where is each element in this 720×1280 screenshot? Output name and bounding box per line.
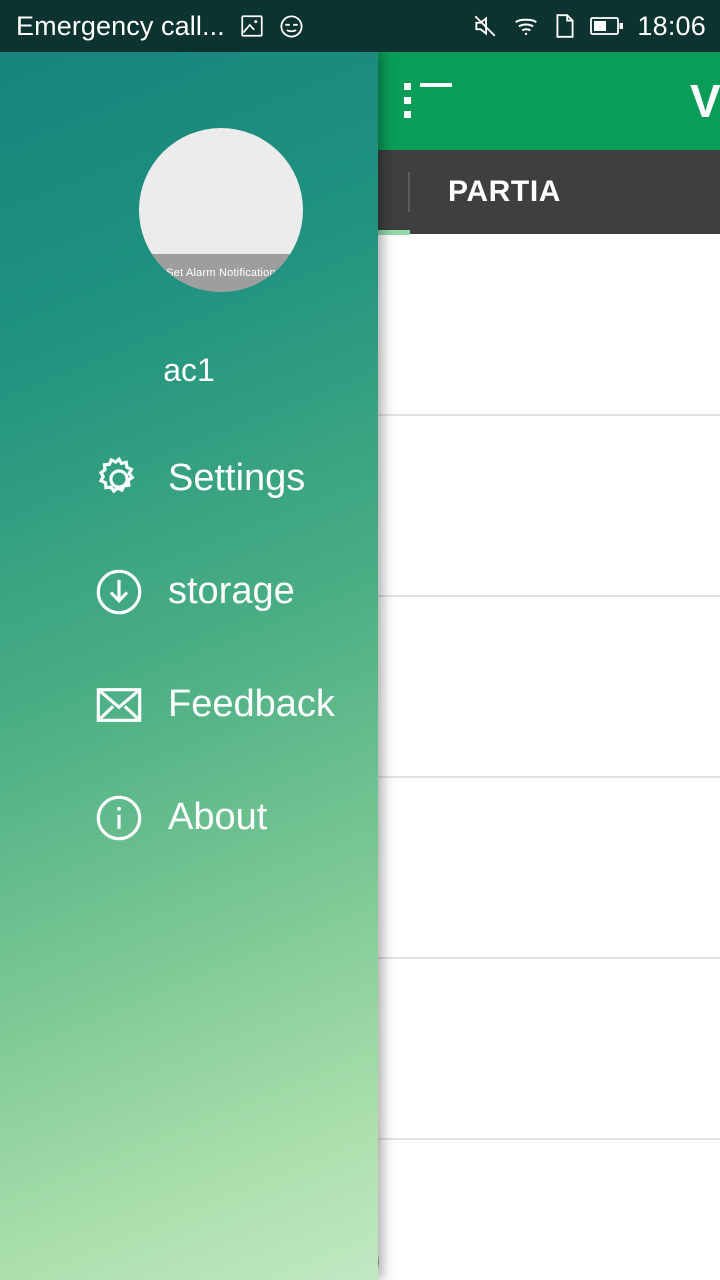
envelope-icon — [92, 678, 146, 732]
camera-text-cell: 75 av — [328, 246, 720, 403]
camera-text-cell: 80 80 — [328, 427, 720, 584]
download-circle-icon — [92, 565, 146, 619]
mute-icon — [472, 13, 498, 39]
status-bar-clock: 18:06 — [637, 10, 706, 41]
camera-subtitle: br0 — [328, 1239, 720, 1280]
camera-text-cell: br br0 — [328, 1151, 720, 1280]
camera-title: bf — [328, 813, 720, 864]
status-bar: Emergency call... 18:06 — [0, 0, 720, 52]
tab-partial[interactable]: PARTIA — [410, 150, 720, 234]
list-menu-icon[interactable] — [404, 83, 452, 119]
avatar-image[interactable]: Set Alarm Notification — [139, 128, 303, 292]
status-bar-title: Emergency call... — [16, 10, 225, 41]
camera-subtitle: bl0 — [328, 1058, 720, 1103]
camera-subtitle: av — [328, 334, 720, 379]
navigation-drawer: Set Alarm Notification ac1 Settings stor… — [0, 52, 378, 1280]
camera-text-cell: av av — [328, 608, 720, 765]
tab-partial-label: PARTIA — [448, 175, 562, 208]
face-icon — [278, 13, 305, 40]
sim-card-icon — [554, 13, 576, 39]
sidebar-item-label: Feedback — [168, 683, 335, 725]
drawer-username: ac1 — [163, 352, 215, 388]
camera-title: 75 — [328, 270, 720, 321]
sidebar-item-storage[interactable]: storage — [0, 535, 378, 648]
app-title: V — [690, 75, 720, 127]
info-circle-icon — [92, 791, 146, 845]
status-bar-system-icons — [472, 13, 624, 39]
set-alarm-notification-label: Set Alarm Notification — [166, 267, 276, 279]
sidebar-item-label: About — [168, 796, 268, 838]
wifi-icon — [512, 13, 540, 39]
camera-text-cell: bf bf0 — [328, 789, 720, 946]
avatar[interactable]: Set Alarm Notification — [139, 128, 303, 292]
gear-icon — [92, 452, 146, 506]
status-bar-notification-icons — [239, 13, 305, 40]
set-alarm-notification-banner[interactable]: Set Alarm Notification — [139, 254, 303, 292]
battery-icon — [590, 14, 624, 38]
sidebar-item-label: Settings — [168, 457, 306, 499]
image-icon — [239, 13, 265, 39]
camera-subtitle: 80 — [328, 515, 720, 560]
camera-title: br — [328, 1175, 720, 1226]
drawer-menu: Settings storage Feedback About — [0, 422, 378, 874]
camera-title: av — [328, 632, 720, 683]
sidebar-item-label: storage — [168, 570, 295, 612]
sidebar-item-feedback[interactable]: Feedback — [0, 648, 378, 761]
camera-subtitle: av — [328, 696, 720, 741]
camera-subtitle: bf0 — [328, 877, 720, 922]
camera-title: 80 — [328, 451, 720, 502]
phone-screen: Emergency call... 18:06 V PARTIA Set Ala… — [0, 0, 720, 1280]
camera-text-cell: bl bl0 — [328, 970, 720, 1127]
camera-title: bl — [328, 994, 720, 1045]
sidebar-item-about[interactable]: About — [0, 761, 378, 874]
sidebar-item-settings[interactable]: Settings — [0, 422, 378, 535]
